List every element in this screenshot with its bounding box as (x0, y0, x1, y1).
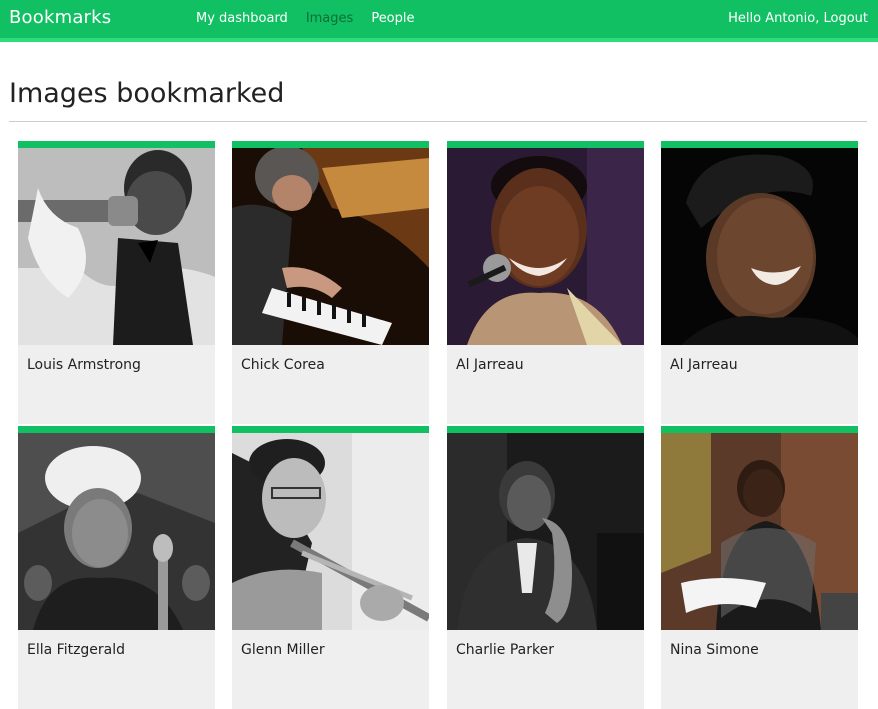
image-card[interactable]: Ella Fitzgerald (18, 426, 215, 709)
image-card[interactable]: Charlie Parker (447, 426, 644, 709)
top-navbar: Bookmarks My dashboard Images People Hel… (0, 0, 878, 42)
image-title[interactable]: Louis Armstrong (27, 357, 141, 373)
image-title[interactable]: Nina Simone (670, 642, 759, 658)
singer-photo[interactable] (18, 433, 215, 630)
image-card[interactable]: Chick Corea (232, 141, 429, 424)
logout-link[interactable]: Logout (823, 11, 868, 26)
main-nav: My dashboard Images People (196, 11, 415, 26)
image-card[interactable]: Glenn Miller (232, 426, 429, 709)
image-title[interactable]: Glenn Miller (241, 642, 325, 658)
image-card[interactable]: Al Jarreau (447, 141, 644, 424)
image-title[interactable]: Ella Fitzgerald (27, 642, 125, 658)
microphone-photo[interactable] (447, 148, 644, 345)
image-title[interactable]: Chick Corea (241, 357, 325, 373)
portrait-photo[interactable] (661, 148, 858, 345)
nav-my-dashboard[interactable]: My dashboard (196, 11, 288, 26)
user-menu: Hello Antonio, Logout (728, 11, 868, 26)
image-title[interactable]: Al Jarreau (456, 357, 524, 373)
logo-link[interactable]: Bookmarks (9, 7, 111, 28)
portrait-photo[interactable] (661, 433, 858, 630)
image-card[interactable]: Al Jarreau (661, 141, 858, 424)
greeting-text: Hello Antonio, (728, 11, 820, 26)
saxophone-photo[interactable] (447, 433, 644, 630)
piano-photo[interactable] (232, 148, 429, 345)
image-title[interactable]: Charlie Parker (456, 642, 554, 658)
nav-images[interactable]: Images (306, 11, 354, 26)
image-title[interactable]: Al Jarreau (670, 357, 738, 373)
image-card[interactable]: Nina Simone (661, 426, 858, 709)
title-divider (9, 121, 867, 122)
page-title: Images bookmarked (9, 78, 285, 109)
trumpet-photo[interactable] (18, 148, 215, 345)
image-card[interactable]: Louis Armstrong (18, 141, 215, 424)
trombone-photo[interactable] (232, 433, 429, 630)
nav-people[interactable]: People (371, 11, 414, 26)
